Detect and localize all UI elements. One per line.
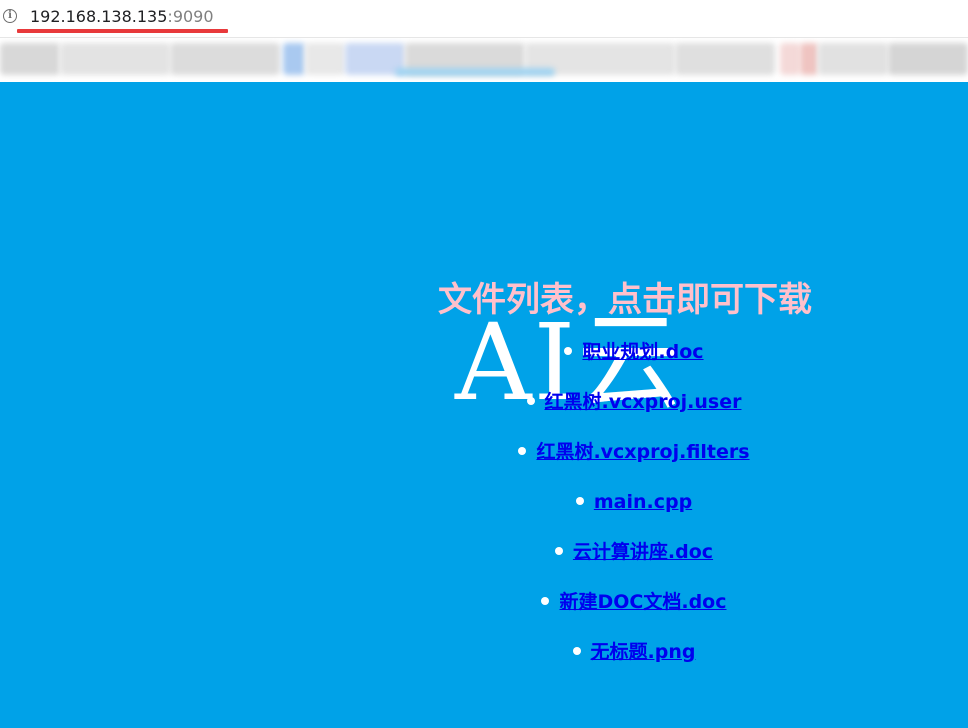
url-port: :9090 [167, 7, 214, 26]
bullet-icon [564, 346, 573, 355]
obscured-region [395, 68, 555, 76]
url-highlight-underline [17, 29, 228, 33]
address-bar[interactable]: i 192.168.138.135:9090 [0, 0, 968, 38]
file-download-link[interactable]: 红黑树.vcxproj.user [545, 391, 742, 413]
url-field[interactable]: 192.168.138.135:9090 [30, 7, 214, 27]
bullet-icon [554, 546, 563, 555]
file-list: 职业规划.doc 红黑树.vcxproj.user 红黑树.vcxproj.fi… [400, 342, 868, 692]
file-download-link[interactable]: 红黑树.vcxproj.filters [536, 441, 749, 463]
obscured-region [780, 43, 800, 75]
list-item: 红黑树.vcxproj.filters [400, 442, 868, 492]
obscured-region [60, 43, 170, 75]
page-title: 文件列表，点击即可下载 [438, 280, 812, 320]
page-content: AI云 文件列表，点击即可下载 职业规划.doc 红黑树.vcxproj.use… [0, 82, 968, 728]
list-item: 云计算讲座.doc [400, 542, 868, 592]
file-download-link[interactable]: 职业规划.doc [582, 341, 703, 363]
list-item: 红黑树.vcxproj.user [400, 392, 868, 442]
obscured-region [0, 43, 60, 75]
url-host: 192.168.138.135 [30, 7, 168, 26]
obscured-region [675, 43, 775, 75]
file-download-link[interactable]: 新建DOC文档.doc [559, 591, 726, 613]
list-item: main.cpp [400, 492, 868, 542]
list-item: 新建DOC文档.doc [400, 592, 868, 642]
browser-window: i 192.168.138.135:9090 AI云 文件列表，点击即可下载 职… [0, 0, 968, 728]
list-item: 职业规划.doc [400, 342, 868, 392]
obscured-bookmarks-bar [0, 38, 968, 82]
file-download-link[interactable]: 云计算讲座.doc [573, 541, 713, 563]
list-item: 无标题.png [400, 642, 868, 692]
obscured-region [170, 43, 280, 75]
obscured-region [888, 43, 968, 75]
bullet-icon [518, 446, 527, 455]
obscured-region [283, 43, 305, 75]
obscured-region [818, 43, 888, 75]
obscured-region [800, 43, 818, 75]
bullet-icon [572, 646, 581, 655]
file-download-link[interactable]: main.cpp [594, 491, 692, 513]
obscured-region [305, 43, 345, 75]
bullet-icon [575, 496, 584, 505]
info-icon[interactable]: i [3, 9, 17, 23]
bullet-icon [526, 396, 535, 405]
file-download-link[interactable]: 无标题.png [591, 641, 696, 663]
bullet-icon [541, 596, 550, 605]
